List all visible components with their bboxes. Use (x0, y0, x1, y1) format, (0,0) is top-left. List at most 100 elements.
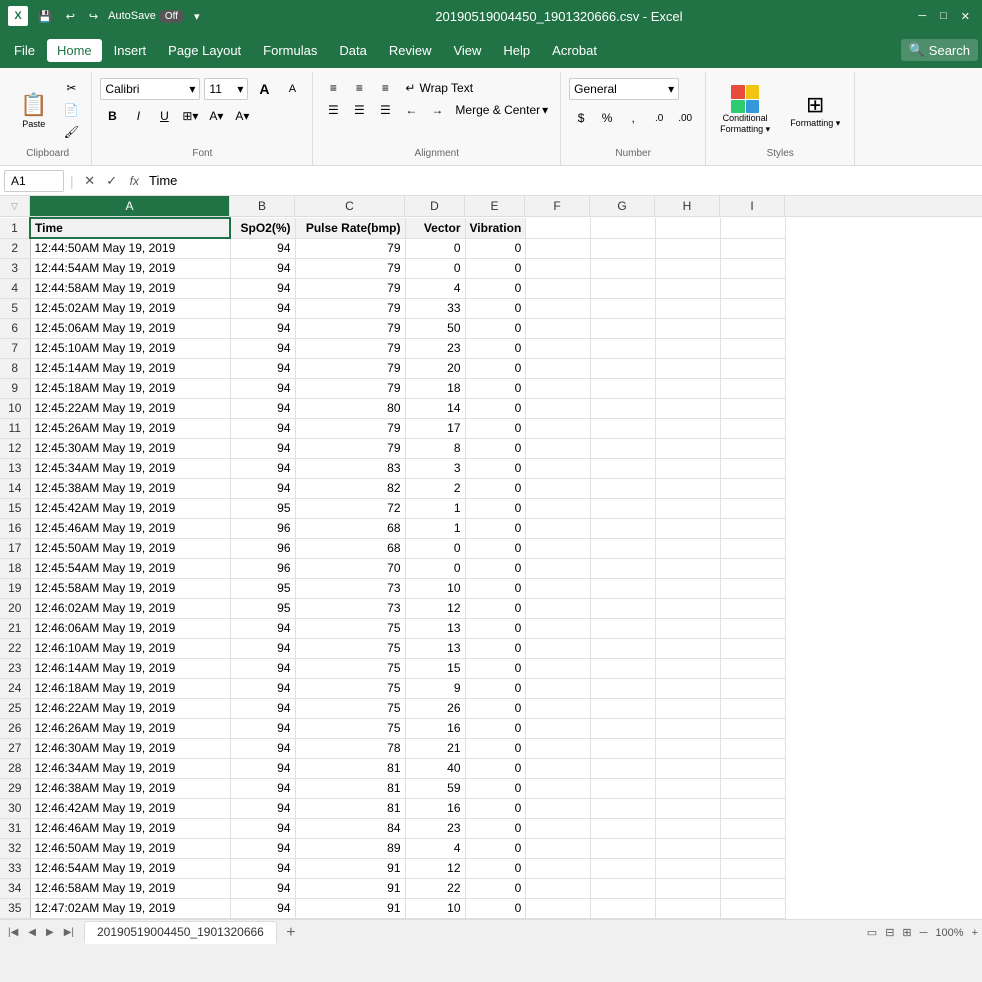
menu-page-layout[interactable]: Page Layout (158, 39, 251, 62)
cell-D21[interactable]: 13 (405, 618, 465, 638)
row-num-21[interactable]: 21 (0, 618, 30, 638)
cell-G5[interactable] (591, 298, 656, 318)
cell-E33[interactable]: 0 (465, 858, 526, 878)
cell-D20[interactable]: 12 (405, 598, 465, 618)
wrap-text-button[interactable]: ↵ Wrap Text (399, 78, 479, 98)
cell-E20[interactable]: 0 (465, 598, 526, 618)
cell-C22[interactable]: 75 (295, 638, 405, 658)
cell-I9[interactable] (721, 378, 786, 398)
cell-E5[interactable]: 0 (465, 298, 526, 318)
cell-F20[interactable] (526, 598, 591, 618)
cell-D35[interactable]: 10 (405, 898, 465, 918)
cell-A5[interactable]: 12:45:02AM May 19, 2019 (30, 298, 230, 318)
cell-D9[interactable]: 18 (405, 378, 465, 398)
cell-B28[interactable]: 94 (230, 758, 295, 778)
cell-F31[interactable] (526, 818, 591, 838)
cell-D19[interactable]: 10 (405, 578, 465, 598)
cell-C26[interactable]: 75 (295, 718, 405, 738)
cell-C9[interactable]: 79 (295, 378, 405, 398)
cell-F18[interactable] (526, 558, 591, 578)
col-header-D[interactable]: D (405, 196, 465, 216)
cell-B13[interactable]: 94 (230, 458, 295, 478)
cell-A21[interactable]: 12:46:06AM May 19, 2019 (30, 618, 230, 638)
select-all-button[interactable]: ▽ (11, 201, 18, 212)
row-num-4[interactable]: 4 (0, 278, 30, 298)
cell-I23[interactable] (721, 658, 786, 678)
cell-H32[interactable] (656, 838, 721, 858)
cell-C2[interactable]: 79 (295, 238, 405, 258)
cell-C34[interactable]: 91 (295, 878, 405, 898)
cell-F26[interactable] (526, 718, 591, 738)
cell-A9[interactable]: 12:45:18AM May 19, 2019 (30, 378, 230, 398)
cell-H4[interactable] (656, 278, 721, 298)
cell-G24[interactable] (591, 678, 656, 698)
dec-inc-button[interactable]: .0 (647, 108, 671, 128)
cell-A10[interactable]: 12:45:22AM May 19, 2019 (30, 398, 230, 418)
cell-C19[interactable]: 73 (295, 578, 405, 598)
menu-review[interactable]: Review (379, 39, 442, 62)
cell-H21[interactable] (656, 618, 721, 638)
cell-H9[interactable] (656, 378, 721, 398)
cell-B29[interactable]: 94 (230, 778, 295, 798)
percent-button[interactable]: % (595, 108, 619, 128)
zoom-in-button[interactable]: + (972, 927, 978, 939)
cell-C17[interactable]: 68 (295, 538, 405, 558)
font-size-dropdown[interactable]: 11 ▾ (204, 78, 248, 100)
undo-button[interactable]: ↩ (62, 8, 79, 25)
cell-C21[interactable]: 75 (295, 618, 405, 638)
cell-G9[interactable] (591, 378, 656, 398)
redo-button[interactable]: ↪ (85, 8, 102, 25)
cell-E31[interactable]: 0 (465, 818, 526, 838)
row-num-25[interactable]: 25 (0, 698, 30, 718)
cell-I4[interactable] (721, 278, 786, 298)
cell-C32[interactable]: 89 (295, 838, 405, 858)
underline-button[interactable]: U (152, 106, 176, 126)
cell-A12[interactable]: 12:45:30AM May 19, 2019 (30, 438, 230, 458)
cell-I26[interactable] (721, 718, 786, 738)
sheet-prev-button[interactable]: ◀ (24, 925, 40, 940)
cell-A14[interactable]: 12:45:38AM May 19, 2019 (30, 478, 230, 498)
formula-confirm-button[interactable]: ✓ (102, 171, 122, 191)
cell-A17[interactable]: 12:45:50AM May 19, 2019 (30, 538, 230, 558)
row-num-31[interactable]: 31 (0, 818, 30, 838)
cell-E3[interactable]: 0 (465, 258, 526, 278)
row-num-27[interactable]: 27 (0, 738, 30, 758)
cell-I24[interactable] (721, 678, 786, 698)
cell-G18[interactable] (591, 558, 656, 578)
cell-I8[interactable] (721, 358, 786, 378)
col-header-I[interactable]: I (720, 196, 785, 216)
col-header-E[interactable]: E (465, 196, 525, 216)
increase-font-button[interactable]: A (252, 79, 276, 99)
cell-C15[interactable]: 72 (295, 498, 405, 518)
row-num-15[interactable]: 15 (0, 498, 30, 518)
cell-C16[interactable]: 68 (295, 518, 405, 538)
align-left-button[interactable]: ☰ (321, 100, 345, 120)
cell-I10[interactable] (721, 398, 786, 418)
cell-C33[interactable]: 91 (295, 858, 405, 878)
cell-G25[interactable] (591, 698, 656, 718)
menu-view[interactable]: View (443, 39, 491, 62)
row-num-17[interactable]: 17 (0, 538, 30, 558)
cell-G4[interactable] (591, 278, 656, 298)
cell-H8[interactable] (656, 358, 721, 378)
cell-B5[interactable]: 94 (230, 298, 295, 318)
cell-H27[interactable] (656, 738, 721, 758)
cell-B34[interactable]: 94 (230, 878, 295, 898)
cell-E12[interactable]: 0 (465, 438, 526, 458)
cell-E1[interactable]: Vibration (465, 218, 526, 238)
cell-C10[interactable]: 80 (295, 398, 405, 418)
cell-F11[interactable] (526, 418, 591, 438)
cell-B7[interactable]: 94 (230, 338, 295, 358)
cell-B35[interactable]: 94 (230, 898, 295, 918)
cell-B9[interactable]: 94 (230, 378, 295, 398)
cell-D5[interactable]: 33 (405, 298, 465, 318)
cell-H12[interactable] (656, 438, 721, 458)
cell-E11[interactable]: 0 (465, 418, 526, 438)
cell-A31[interactable]: 12:46:46AM May 19, 2019 (30, 818, 230, 838)
menu-data[interactable]: Data (329, 39, 376, 62)
cell-G27[interactable] (591, 738, 656, 758)
cell-F32[interactable] (526, 838, 591, 858)
comma-button[interactable]: , (621, 108, 645, 128)
highlight-button[interactable]: A▾ (204, 106, 228, 126)
cell-C27[interactable]: 78 (295, 738, 405, 758)
